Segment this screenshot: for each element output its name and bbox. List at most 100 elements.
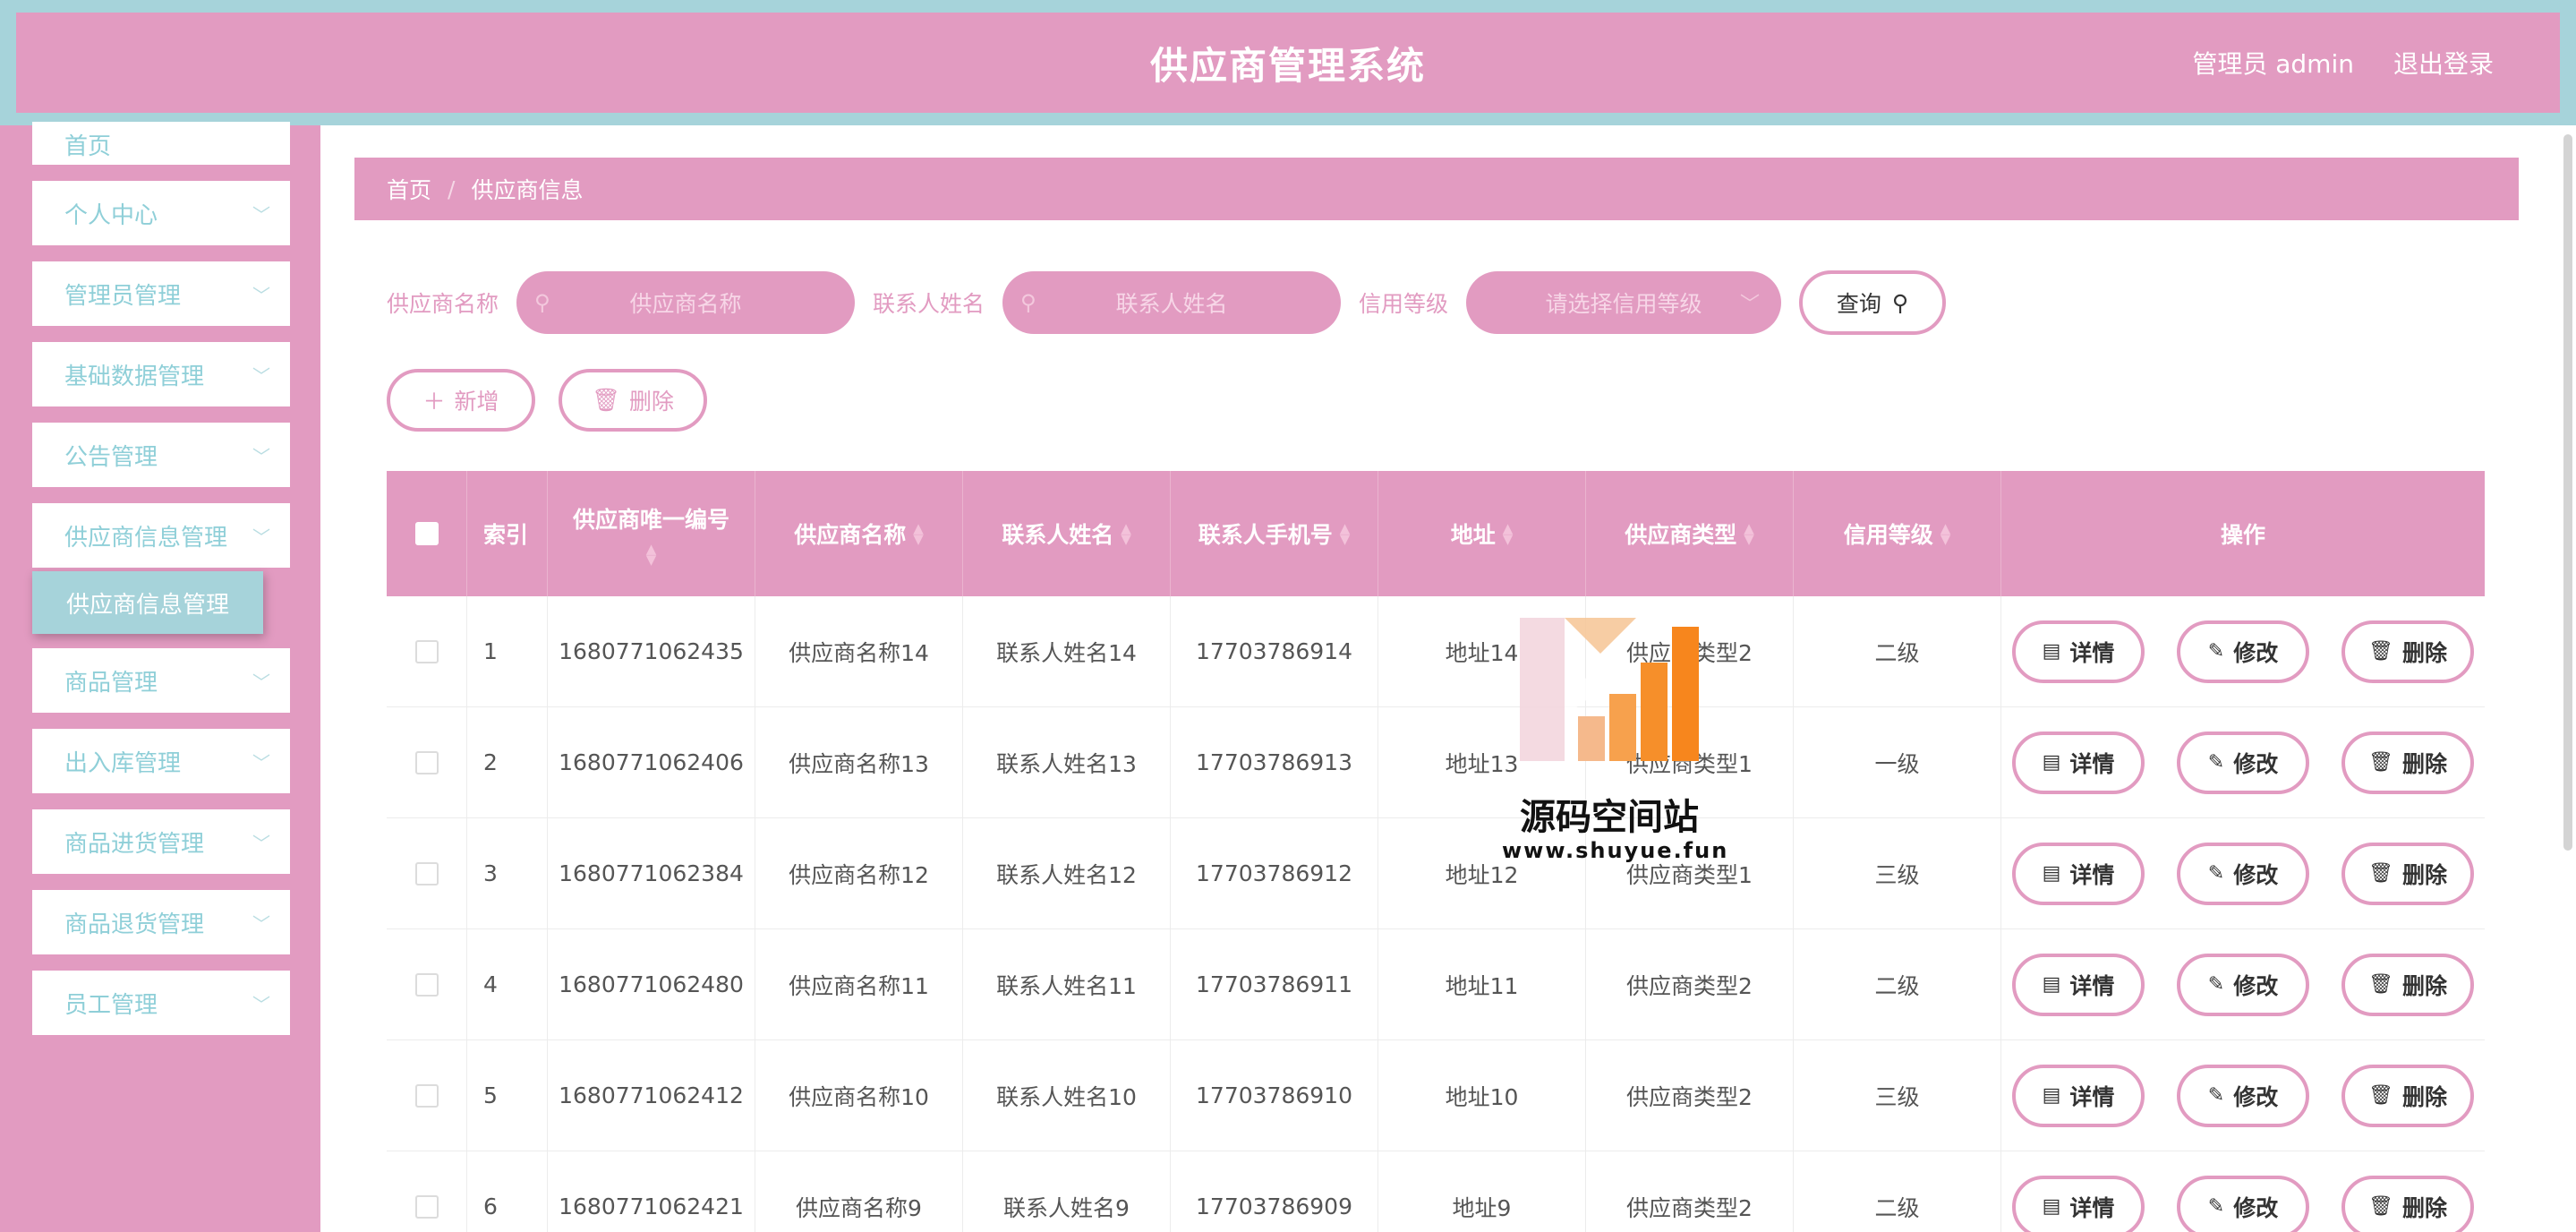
row-select-cell: [387, 818, 467, 928]
cell-contact: 联系人姓名11: [963, 929, 1171, 1040]
cell-contact: 联系人姓名13: [963, 707, 1171, 817]
row-checkbox[interactable]: [414, 1194, 439, 1219]
row-select-cell: [387, 1151, 467, 1232]
sidebar-subitem-supplier-info[interactable]: 供应商信息管理: [32, 571, 263, 634]
delete-button[interactable]: 🗑 删除: [2341, 620, 2474, 683]
header-credit[interactable]: 信用等级 ▲ ▼: [1794, 471, 2001, 596]
sidebar-item-label: 公告管理: [64, 443, 158, 471]
edit-button[interactable]: ✎ 修改: [2177, 842, 2309, 905]
sort-icon: ▲ ▼: [913, 520, 924, 547]
detail-button[interactable]: ▤ 详情: [2012, 731, 2145, 794]
detail-button[interactable]: ▤ 详情: [2012, 1175, 2145, 1232]
cell-contact: 联系人姓名10: [963, 1040, 1171, 1151]
cell-address: 地址13: [1378, 707, 1586, 817]
edit-button[interactable]: ✎ 修改: [2177, 1175, 2309, 1232]
cell-contact: 联系人姓名9: [963, 1151, 1171, 1232]
row-select-cell: [387, 929, 467, 1040]
sidebar-item-goods[interactable]: 商品管理 ﹀: [32, 648, 290, 713]
chevron-down-icon: ﹀: [252, 284, 270, 306]
delete-button[interactable]: 🗑 删除: [2341, 1175, 2474, 1232]
cell-ops: ▤ 详情 ✎ 修改 🗑 删除: [2001, 818, 2485, 928]
add-button[interactable]: ＋ 新增: [387, 369, 535, 432]
breadcrumb-home[interactable]: 首页: [387, 173, 431, 205]
sidebar-item-supplier[interactable]: 供应商信息管理 ﹀: [32, 503, 290, 568]
page-scrollbar[interactable]: [2563, 134, 2572, 851]
cell-credit: 二级: [1794, 1151, 2001, 1232]
delete-button[interactable]: 🗑 删除: [2341, 731, 2474, 794]
header-phone[interactable]: 联系人手机号 ▲ ▼: [1171, 471, 1378, 596]
detail-button[interactable]: ▤ 详情: [2012, 1064, 2145, 1127]
detail-button[interactable]: ▤ 详情: [2012, 842, 2145, 905]
cell-ops: ▤ 详情 ✎ 修改 🗑 删除: [2001, 1040, 2485, 1151]
cell-index: 3: [467, 818, 548, 928]
cell-ops: ▤ 详情 ✎ 修改 🗑 删除: [2001, 707, 2485, 817]
contact-name-label: 联系人姓名: [873, 291, 985, 317]
document-icon: ▤: [2042, 1195, 2061, 1218]
detail-button[interactable]: ▤ 详情: [2012, 953, 2145, 1016]
header-type[interactable]: 供应商类型 ▲ ▼: [1586, 471, 1794, 596]
chevron-down-icon: ﹀: [252, 671, 270, 693]
chevron-down-icon: ﹀: [252, 526, 270, 548]
credit-level-select[interactable]: 请选择信用等级 ﹀: [1466, 271, 1782, 334]
cell-ops: ▤ 详情 ✎ 修改 🗑 删除: [2001, 1151, 2485, 1232]
sort-icon: ▲ ▼: [1339, 520, 1351, 547]
credit-level-label: 信用等级: [1359, 291, 1449, 317]
contact-name-input[interactable]: ⚲ 联系人姓名: [1002, 271, 1342, 334]
sidebar-item-label: 个人中心: [64, 201, 158, 229]
edit-button[interactable]: ✎ 修改: [2177, 1064, 2309, 1127]
edit-button[interactable]: ✎ 修改: [2177, 953, 2309, 1016]
header-code[interactable]: 供应商唯一编号 ▲ ▼: [548, 471, 755, 596]
edit-button[interactable]: ✎ 修改: [2177, 620, 2309, 683]
pencil-icon: ✎: [2207, 1084, 2225, 1107]
supplier-table: 索引 供应商唯一编号 ▲ ▼ 供应商名称 ▲ ▼ 联系人姓名 ▲ ▼ 联系人手机号 ▲…: [387, 471, 2485, 1232]
sidebar-item-notice[interactable]: 公告管理 ﹀: [32, 423, 290, 487]
header-name[interactable]: 供应商名称 ▲ ▼: [755, 471, 963, 596]
top-header: 供应商管理系统 管理员 admin 退出登录: [0, 0, 2576, 125]
sidebar-item-stock[interactable]: 出入库管理 ﹀: [32, 729, 290, 793]
breadcrumb-separator: /: [448, 175, 456, 202]
sort-icon: ▲ ▼: [1744, 520, 1754, 547]
edit-button-label: 修改: [2233, 1194, 2279, 1221]
row-checkbox[interactable]: [414, 1083, 439, 1108]
sidebar-item-staff[interactable]: 员工管理 ﹀: [32, 971, 290, 1035]
sidebar-item-purchase[interactable]: 商品进货管理 ﹀: [32, 809, 290, 874]
cell-name: 供应商名称12: [755, 818, 963, 928]
sidebar-item-home[interactable]: 首页: [32, 122, 290, 165]
detail-button[interactable]: ▤ 详情: [2012, 620, 2145, 683]
cell-credit: 三级: [1794, 1040, 2001, 1151]
detail-button-label: 详情: [2069, 972, 2115, 999]
delete-button[interactable]: 🗑 删除: [2341, 1064, 2474, 1127]
trash-icon: 🗑: [2368, 862, 2393, 885]
header-address[interactable]: 地址 ▲ ▼: [1378, 471, 1586, 596]
delete-button[interactable]: 🗑 删除: [2341, 842, 2474, 905]
batch-delete-button[interactable]: 🗑 删除: [559, 369, 707, 432]
header-contact[interactable]: 联系人姓名 ▲ ▼: [963, 471, 1171, 596]
chevron-down-icon: ﹀: [252, 203, 270, 226]
add-button-label: 新增: [454, 389, 499, 415]
row-checkbox[interactable]: [414, 972, 439, 997]
delete-button-label: 删除: [2401, 861, 2447, 888]
supplier-name-input[interactable]: ⚲ 供应商名称: [516, 271, 856, 334]
select-all-checkbox[interactable]: [414, 522, 439, 545]
edit-button[interactable]: ✎ 修改: [2177, 731, 2309, 794]
search-bar: 供应商名称 ⚲ 供应商名称 联系人姓名 ⚲ 联系人姓名 信用等级 请选择信用等级…: [387, 270, 1947, 335]
sidebar-item-profile[interactable]: 个人中心 ﹀: [32, 181, 290, 245]
sidebar-item-admin[interactable]: 管理员管理 ﹀: [32, 261, 290, 326]
cell-ops: ▤ 详情 ✎ 修改 🗑 删除: [2001, 596, 2485, 706]
cell-type: 供应商类型2: [1586, 1040, 1794, 1151]
row-checkbox[interactable]: [414, 750, 439, 774]
header-select-all: [387, 471, 467, 596]
sidebar-item-return[interactable]: 商品退货管理 ﹀: [32, 890, 290, 954]
header-label: 联系人姓名: [1002, 522, 1114, 548]
edit-button-label: 修改: [2233, 750, 2279, 777]
row-checkbox[interactable]: [414, 639, 439, 663]
table-row: 5 1680771062412 供应商名称10 联系人姓名10 17703786…: [387, 1040, 2485, 1151]
query-button[interactable]: 查询 ⚲: [1799, 270, 1947, 335]
row-checkbox[interactable]: [414, 861, 439, 886]
delete-button[interactable]: 🗑 删除: [2341, 953, 2474, 1016]
cell-type: 供应商类型1: [1586, 707, 1794, 817]
sidebar-item-base-data[interactable]: 基础数据管理 ﹀: [32, 342, 290, 406]
logout-link[interactable]: 退出登录: [2393, 45, 2494, 81]
cell-address: 地址11: [1378, 929, 1586, 1040]
sidebar-item-label: 基础数据管理: [64, 363, 205, 390]
